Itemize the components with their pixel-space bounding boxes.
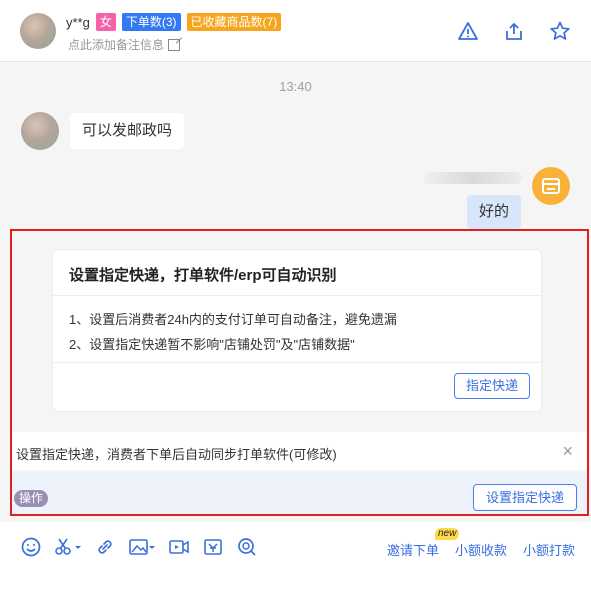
operation-tag: 操作 (14, 490, 49, 507)
link-icon[interactable] (94, 536, 116, 558)
small-pay-link[interactable]: 小额打款 (523, 540, 575, 559)
express-sync-notice: 设置指定快递，消费者下单后自动同步打单软件(可修改) × (12, 432, 587, 470)
product-icon[interactable] (202, 536, 224, 558)
card-divider (53, 362, 541, 363)
customer-message-avatar[interactable] (21, 112, 59, 150)
share-icon[interactable] (503, 20, 525, 42)
star-icon[interactable] (549, 20, 571, 42)
invite-order-link[interactable]: 邀请下单 new (386, 528, 460, 559)
express-setting-card: 设置指定快递，打单软件/erp可自动识别 1、设置后消费者24h内的支付订单可自… (52, 249, 542, 412)
card-divider (53, 295, 541, 296)
toolbar-links: 邀请下单 new 小额收款 小额打款 (386, 528, 575, 559)
notice-text: 设置指定快递，消费者下单后自动同步打单软件(可修改) (16, 447, 337, 462)
express-card-line-2: 2、设置指定快递暂不影响"店铺处罚"及"店铺数据" (69, 337, 355, 352)
invite-order-label: 邀请下单 (386, 543, 439, 558)
customer-avatar[interactable] (20, 13, 56, 49)
express-card-line-1: 1、设置后消费者24h内的支付订单可自动备注，避免遗漏 (69, 312, 397, 327)
emoji-icon[interactable] (20, 536, 42, 558)
search-icon[interactable] (236, 536, 258, 558)
edit-icon (168, 38, 181, 51)
video-icon[interactable] (168, 536, 190, 558)
express-card-title: 设置指定快递，打单软件/erp可自动识别 (69, 267, 337, 284)
favorites-count-tag[interactable]: 已收藏商品数(7) (186, 13, 282, 31)
new-badge: new (434, 528, 460, 540)
seller-avatar[interactable] (532, 167, 570, 205)
input-toolbar: 邀请下单 new 小额收款 小额打款 (0, 522, 591, 572)
seller-message: 好的 (467, 195, 522, 229)
customer-info: y**g 女 下单数(3) 已收藏商品数(7) (66, 13, 282, 31)
chat-header: y**g 女 下单数(3) 已收藏商品数(7) 点此添加备注信息 (0, 0, 591, 62)
add-note-link[interactable]: 点此添加备注信息 (68, 36, 181, 53)
order-count-tag[interactable]: 下单数(3) (121, 13, 181, 31)
close-icon[interactable]: × (562, 442, 573, 460)
customer-message: 可以发邮政吗 (70, 113, 185, 149)
image-icon[interactable] (128, 536, 156, 558)
operation-bar: 操作 设置指定快递 (12, 472, 587, 514)
gender-tag: 女 (95, 13, 116, 31)
specify-express-button[interactable]: 指定快递 (454, 373, 530, 399)
toolbar-icons (20, 536, 258, 558)
customer-name: y**g (66, 14, 90, 30)
warning-icon[interactable] (457, 20, 479, 42)
small-collect-link[interactable]: 小额收款 (455, 540, 507, 559)
message-timestamp: 13:40 (279, 79, 312, 94)
header-actions (457, 20, 571, 42)
add-note-label: 点此添加备注信息 (68, 38, 165, 52)
shop-icon (542, 178, 560, 194)
scissors-icon[interactable] (54, 536, 82, 558)
seller-name-blurred (424, 172, 522, 184)
set-express-button[interactable]: 设置指定快递 (473, 484, 577, 511)
